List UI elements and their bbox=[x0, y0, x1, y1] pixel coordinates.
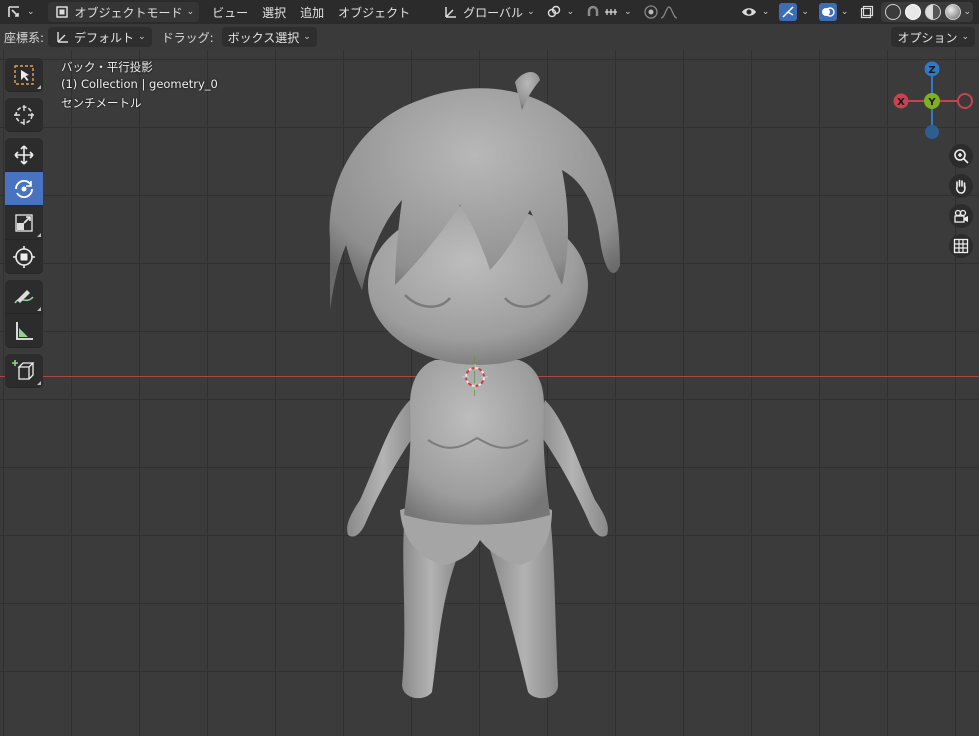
chevron-down-icon: ⌄ bbox=[961, 32, 969, 42]
gizmo-x-label: X bbox=[897, 97, 905, 108]
orientation-icon bbox=[442, 3, 460, 21]
3d-viewport[interactable]: バック・平行投影 (1) Collection | geometry_0 センチ… bbox=[0, 50, 979, 736]
camera-icon bbox=[954, 209, 968, 223]
zoom-icon bbox=[954, 149, 969, 164]
overlay-toggle[interactable]: ⌄ bbox=[814, 2, 854, 22]
rotate-tool[interactable] bbox=[5, 172, 43, 206]
pan-button[interactable] bbox=[949, 174, 973, 198]
drag-label: ドラッグ: bbox=[161, 30, 214, 45]
zoom-button[interactable] bbox=[949, 144, 973, 168]
coordinate-system-value: デフォルト bbox=[74, 30, 135, 45]
options-label: オプション bbox=[897, 30, 958, 45]
xray-toggle[interactable] bbox=[853, 2, 881, 22]
chibi-model[interactable] bbox=[300, 60, 680, 736]
snap-increment-icon bbox=[602, 3, 620, 21]
menu-select[interactable]: 選択 bbox=[255, 2, 293, 22]
menu-view[interactable]: ビュー bbox=[205, 2, 255, 22]
xray-icon bbox=[858, 3, 876, 21]
transform-orientation-dropdown[interactable]: グローバル ⌄ bbox=[437, 2, 539, 22]
drag-value: ボックス選択 bbox=[227, 30, 300, 45]
chevron-down-icon: ⌄ bbox=[624, 7, 632, 17]
tool-settings-bar: 座標系: デフォルト ⌄ ドラッグ: ボックス選択 ⌄ オプション ⌄ bbox=[0, 24, 979, 50]
snap-icon bbox=[584, 3, 602, 21]
tool-more-indicator bbox=[37, 381, 41, 385]
select-box-icon bbox=[14, 64, 34, 85]
move-tool[interactable] bbox=[5, 138, 43, 172]
gizmo-z-label: Z bbox=[928, 65, 935, 76]
cursor-tool-icon bbox=[14, 104, 34, 125]
hand-icon bbox=[955, 179, 966, 194]
tool-more-indicator bbox=[37, 233, 41, 237]
chevron-down-icon: ⌄ bbox=[566, 7, 575, 17]
solid-shading-icon[interactable] bbox=[905, 4, 922, 20]
grid-icon bbox=[953, 238, 969, 254]
annotate-tool[interactable] bbox=[5, 280, 43, 314]
chevron-down-icon: ⌄ bbox=[801, 7, 809, 17]
chevron-down-icon: ⌄ bbox=[138, 32, 146, 42]
visibility-icon bbox=[740, 3, 758, 21]
measure-icon bbox=[16, 321, 33, 340]
rendered-shading-icon[interactable] bbox=[945, 4, 962, 20]
units-label: センチメートル bbox=[61, 96, 142, 110]
falloff-icon bbox=[660, 3, 678, 21]
wireframe-shading-icon[interactable] bbox=[885, 4, 902, 20]
scale-tool[interactable] bbox=[5, 206, 43, 240]
transform-tool[interactable] bbox=[5, 240, 43, 274]
orientation-label: グローバル bbox=[463, 5, 524, 20]
annotate-icon bbox=[14, 289, 34, 303]
chevron-down-icon: ⌄ bbox=[186, 7, 195, 17]
pivot-icon bbox=[545, 3, 563, 21]
proportional-icon bbox=[642, 3, 660, 21]
coordinate-system-label: 座標系: bbox=[4, 30, 45, 45]
menu-object[interactable]: オブジェクト bbox=[331, 2, 417, 22]
coordinate-system-dropdown[interactable]: デフォルト ⌄ bbox=[48, 27, 152, 47]
cursor-tool[interactable] bbox=[5, 98, 43, 132]
mode-dropdown[interactable]: オブジェクトモード ⌄ bbox=[47, 2, 200, 22]
overlay-icon bbox=[818, 3, 837, 21]
view-name-label: バック・平行投影 bbox=[61, 60, 153, 74]
chevron-down-icon: ⌄ bbox=[527, 7, 535, 17]
chevron-down-icon: ⌄ bbox=[27, 7, 35, 17]
object-mode-icon bbox=[53, 3, 71, 21]
chevron-down-icon: ⌄ bbox=[761, 7, 770, 17]
camera-view-button[interactable] bbox=[949, 204, 973, 228]
editor-type-icon bbox=[5, 3, 23, 21]
shading-mode-group: ⌄ bbox=[881, 2, 973, 22]
visibility-dropdown[interactable]: ⌄ bbox=[735, 2, 775, 22]
navigation-gizmo[interactable]: X Z Y bbox=[885, 56, 979, 144]
3d-cursor-icon[interactable] bbox=[461, 363, 489, 391]
chevron-down-icon: ⌄ bbox=[840, 7, 849, 17]
material-shading-icon[interactable] bbox=[925, 4, 942, 20]
move-icon bbox=[14, 144, 34, 165]
drag-dropdown[interactable]: ボックス選択 ⌄ bbox=[221, 27, 317, 47]
proportional-edit-toggle[interactable] bbox=[637, 2, 683, 22]
gizmo-icon bbox=[779, 3, 798, 21]
tool-more-indicator bbox=[37, 307, 41, 311]
transform-icon bbox=[13, 245, 35, 268]
snap-toggle[interactable]: ⌄ bbox=[579, 2, 637, 22]
rotate-icon bbox=[15, 179, 33, 198]
chevron-down-icon: ⌄ bbox=[303, 32, 311, 42]
chevron-down-icon[interactable]: ⌄ bbox=[963, 7, 971, 17]
viewport-header: ⌄ オブジェクトモード ⌄ ビュー 選択 追加 オブジェクト グローバル ⌄ ⌄… bbox=[0, 0, 979, 24]
orientation-icon bbox=[54, 28, 72, 46]
pivot-dropdown[interactable]: ⌄ bbox=[540, 2, 580, 22]
add-cube-icon bbox=[12, 359, 35, 380]
ortho-toggle-button[interactable] bbox=[949, 234, 973, 258]
tool-more-indicator bbox=[37, 85, 41, 89]
editor-type-button[interactable]: ⌄ bbox=[0, 2, 40, 22]
measure-tool[interactable] bbox=[5, 314, 43, 348]
gizmo-toggle[interactable]: ⌄ bbox=[774, 2, 814, 22]
options-dropdown[interactable]: オプション ⌄ bbox=[891, 27, 975, 47]
mode-label: オブジェクトモード bbox=[74, 5, 183, 20]
gizmo-y-label: Y bbox=[927, 97, 936, 108]
scale-icon bbox=[15, 213, 33, 232]
collection-info-label: (1) Collection | geometry_0 bbox=[61, 77, 218, 91]
tool-shelf bbox=[5, 58, 43, 388]
select-box-tool[interactable] bbox=[5, 58, 43, 92]
add-cube-tool[interactable] bbox=[5, 354, 43, 388]
menu-add[interactable]: 追加 bbox=[293, 2, 331, 22]
